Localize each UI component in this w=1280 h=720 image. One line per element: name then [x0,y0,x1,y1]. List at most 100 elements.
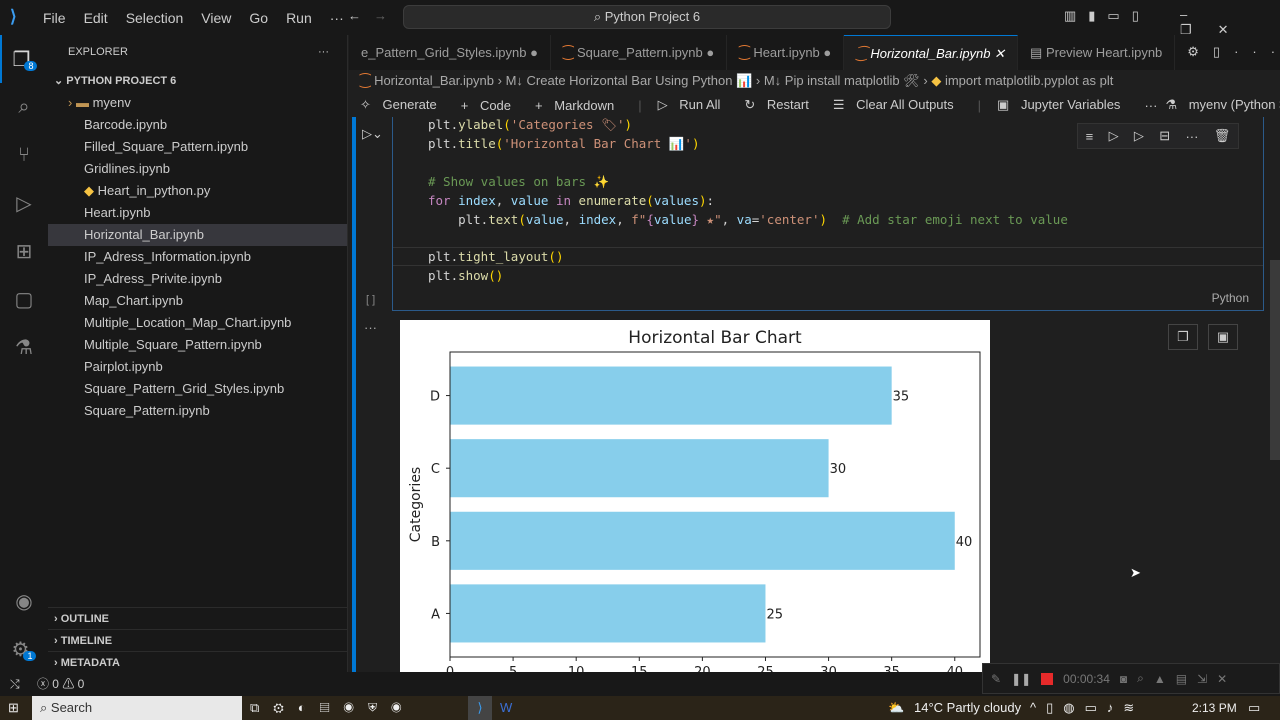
breadcrumb-item[interactable]: M↓ Create Horizontal Bar Using Python 📊 [506,73,753,88]
add-code-button[interactable]: + Code [461,98,519,113]
file-item[interactable]: Map_Chart.ipynb [48,290,347,312]
file-item[interactable]: Heart.ipynb [48,202,347,224]
weather-text[interactable]: 14°C Partly cloudy [914,696,1021,720]
unsaved-dot-icon[interactable]: ● [703,45,714,60]
note-icon[interactable]: ▤ [1176,672,1187,686]
file-item[interactable]: Horizontal_Bar.ipynb [48,224,347,246]
clock[interactable]: 2:13 PM [1192,696,1237,720]
more-icon[interactable]: ··· [318,35,329,70]
explorer-icon[interactable]: ❐ 8 [0,35,48,83]
file-item[interactable]: Gridlines.ipynb [48,158,347,180]
breadcrumb-item[interactable]: M↓ Pip install matplotlib 🛠 [764,73,920,88]
remote-icon[interactable]: ▢ [0,275,48,323]
section-outline[interactable]: › OUTLINE [48,607,347,629]
kernel-picker[interactable]: ⚗ myenv (Python 3.13.7) [1165,97,1280,113]
camera-icon[interactable]: ◙ [1120,672,1127,686]
notifications-icon[interactable]: ▭ [1248,696,1260,720]
more-actions-icon[interactable]: ··· [1185,129,1198,144]
run-all-button[interactable]: ▷ Run All [658,97,729,113]
unsaved-dot-icon[interactable]: ● [820,45,831,60]
tab-label: Heart.ipynb [753,45,820,60]
add-markdown-button[interactable]: + Markdown [535,98,622,113]
project-folder[interactable]: ⌄ PYTHON PROJECT 6 [48,70,347,92]
tab[interactable]: ▤ Preview Heart.ipynb [1018,35,1176,70]
toolbar-more-button[interactable]: ··· [1144,98,1157,113]
menu-go[interactable]: Go [240,10,277,26]
menu-selection[interactable]: Selection [117,10,193,26]
cell-language[interactable]: Python [1212,291,1249,305]
tab[interactable]: ⁐ Heart.ipynb ● [727,35,845,70]
pause-icon[interactable]: ❚❚ [1011,672,1031,686]
vscode-taskbar-icon[interactable]: ⟩ [468,696,492,720]
file-item[interactable]: Filled_Square_Pattern.ipynb [48,136,347,158]
execute-above-icon[interactable]: ▷ [1109,128,1119,144]
section-metadata[interactable]: › METADATA [48,651,347,673]
file-item[interactable]: Square_Pattern_Grid_Styles.ipynb [48,378,347,400]
back-icon[interactable]: ← [348,8,361,23]
unsaved-dot-icon[interactable]: ● [526,45,538,60]
remote-icon[interactable]: ⤭ [10,677,20,691]
command-center-search[interactable]: ⌕ Python Project 6 [403,5,891,29]
account-icon[interactable]: ◉ [0,577,48,625]
run-by-line-icon[interactable]: ≡ [1086,129,1094,144]
editor-actions[interactable]: ⚙▯··· [1175,35,1280,70]
file-item[interactable]: ◆ Heart_in_python.py [48,180,347,202]
taskbar-search[interactable]: ⌕ Search [32,696,242,720]
copy-output-icon[interactable]: ❐ [1168,324,1198,350]
menu-file[interactable]: File [34,10,75,26]
delete-cell-icon[interactable]: 🗑 [1214,128,1231,144]
extensions-icon[interactable]: ⊞ [0,227,48,275]
tab[interactable]: ⁐ Horizontal_Bar.ipynb ✕ [844,35,1019,70]
settings-gear-icon[interactable]: ⚙ 1 [0,625,48,673]
generate-button[interactable]: ✧ Generate [360,97,445,113]
word-taskbar-icon[interactable]: W [500,696,512,720]
scrollbar[interactable] [1270,260,1280,460]
restart-button[interactable]: ↻ Restart [744,97,816,113]
file-item[interactable]: IP_Adress_Information.ipynb [48,246,347,268]
save-output-icon[interactable]: ▣ [1208,324,1238,350]
minimize-icon[interactable]: ⇲ [1197,672,1207,686]
file-item[interactable]: Barcode.ipynb [48,114,347,136]
split-cell-icon[interactable]: ⊟ [1159,128,1170,144]
taskbar-apps[interactable]: ⧉⚙◐▤◉⛨◉ [250,696,415,720]
system-tray-icons[interactable]: ^▯◍▭♪≋ [1030,696,1144,720]
breadcrumb-item[interactable]: Horizontal_Bar.ipynb [374,73,494,88]
layout-icons[interactable]: ▥▮▭▯ [1064,8,1151,24]
breadcrumb-item[interactable]: import matplotlib.pyplot as plt [945,73,1113,88]
clear-outputs-button[interactable]: ☰ Clear All Outputs [833,97,962,113]
file-item[interactable]: Multiple_Location_Map_Chart.ipynb [48,312,347,334]
stop-icon[interactable] [1041,672,1054,685]
close-icon[interactable]: ✕ [991,46,1005,61]
file-item[interactable]: IP_Adress_Privite.ipynb [48,268,347,290]
run-debug-icon[interactable]: ▷ [0,179,48,227]
pen-icon[interactable]: ✎ [991,672,1001,686]
execute-below-icon[interactable]: ▷ [1134,128,1144,144]
tab[interactable]: ⁐ Square_Pattern.ipynb ● [551,35,728,70]
run-cell-button[interactable]: ▷⌄ [362,126,383,142]
file-item[interactable]: Pairplot.ipynb [48,356,347,378]
marker-icon[interactable]: ▲ [1154,672,1166,686]
zoom-icon[interactable]: ⌕ [1137,671,1144,686]
source-control-icon[interactable]: ⑂ [0,131,48,179]
jupyter-variables-button[interactable]: ▣ Jupyter Variables [997,97,1128,113]
menu-run[interactable]: Run [277,10,321,26]
problems-indicator[interactable]: ⓧ 0 ⚠ 0 [37,677,84,691]
forward-icon[interactable]: → [374,8,387,23]
file-item[interactable]: › ▬ myenv [48,92,347,114]
code-cell[interactable]: plt.ylabel('Categories 🏷') plt.title('Ho… [392,117,1264,311]
menu-edit[interactable]: Edit [75,10,117,26]
file-label: IP_Adress_Privite.ipynb [84,271,223,286]
file-item[interactable]: Multiple_Square_Pattern.ipynb [48,334,347,356]
bar-value-label: 35 [893,390,910,405]
file-item[interactable]: Square_Pattern.ipynb [48,400,347,422]
tab[interactable]: e_Pattern_Grid_Styles.ipynb ● [349,35,551,70]
output-more-icon[interactable]: ··· [364,320,377,335]
search-icon[interactable]: ⌕ [0,83,48,131]
menu-view[interactable]: View [192,10,240,26]
section-timeline[interactable]: › TIMELINE [48,629,347,651]
windows-start-icon[interactable]: ⊞ [8,696,19,720]
testing-icon[interactable]: ⚗ [0,323,48,371]
window-controls[interactable]: –❐✕ [1180,7,1280,38]
close-recorder-icon[interactable]: ✕ [1217,672,1227,686]
y-tick-label: D [430,390,440,405]
